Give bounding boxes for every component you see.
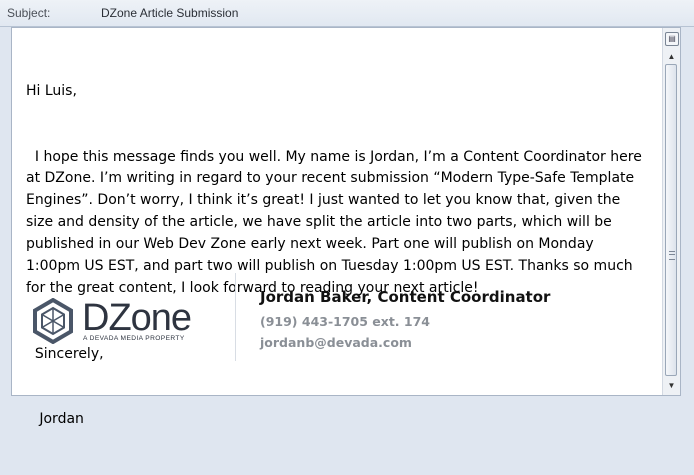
grip-icon bbox=[669, 251, 675, 260]
message-paragraph: I hope this message finds you well. My n… bbox=[26, 148, 647, 296]
signature-name-title: Jordan Baker, Content Coordinator bbox=[260, 288, 551, 306]
subject-value: DZone Article Submission bbox=[101, 6, 239, 20]
subject-label: Subject: bbox=[7, 6, 51, 20]
message-text[interactable]: Hi Luis, I hope this message finds you w… bbox=[26, 37, 648, 475]
logo-tagline: A DEVADA MEDIA PROPERTY bbox=[83, 335, 185, 342]
scrollbar-thumb[interactable] bbox=[665, 64, 677, 376]
signature-email[interactable]: jordanb@devada.com bbox=[260, 335, 412, 350]
arrow-up-icon[interactable]: ▲ bbox=[664, 48, 679, 64]
arrow-down-icon[interactable]: ▼ bbox=[664, 377, 679, 393]
signature-divider bbox=[235, 273, 236, 361]
page-icon[interactable]: ▤ bbox=[665, 32, 679, 46]
vertical-scrollbar[interactable]: ▤ ▲ ▼ bbox=[662, 28, 680, 395]
dzone-hexagon-icon bbox=[33, 298, 73, 344]
subject-row: Subject: DZone Article Submission bbox=[0, 0, 694, 27]
greeting: Hi Luis, bbox=[26, 82, 77, 99]
signature-phone: (919) 443-1705 ext. 174 bbox=[260, 314, 431, 329]
message-body[interactable]: Hi Luis, I hope this message finds you w… bbox=[11, 27, 681, 427]
logo-wordmark: DZone bbox=[82, 297, 192, 339]
dzone-logo: DZone A DEVADA MEDIA PROPERTY bbox=[30, 296, 192, 346]
